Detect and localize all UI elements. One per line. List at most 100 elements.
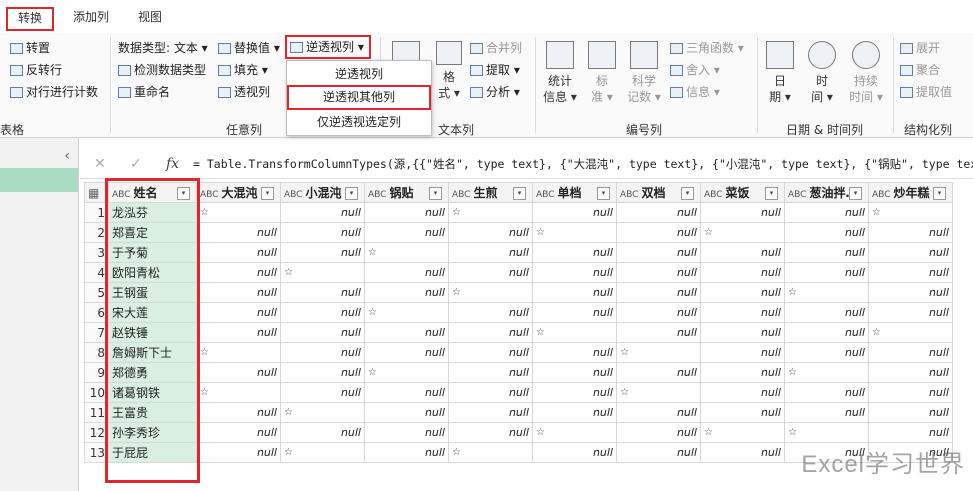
table-row[interactable]: 11 王富贵 null ☆ null null null null null null null: [84, 402, 953, 423]
null-cell[interactable]: null: [532, 402, 617, 423]
null-cell[interactable]: null: [448, 222, 533, 243]
table-row[interactable]: 5 王钢蛋 null null null ☆ null null null ☆ null: [84, 282, 953, 303]
null-cell[interactable]: null: [616, 222, 701, 243]
confirm-icon[interactable]: ✓: [130, 156, 142, 172]
null-cell[interactable]: null: [364, 262, 449, 283]
replace-values-button[interactable]: 替换值 ▾: [218, 39, 280, 56]
filter-dropdown-icon[interactable]: ▾: [429, 186, 442, 200]
null-cell[interactable]: null: [280, 362, 365, 383]
star-cell[interactable]: ☆: [448, 282, 533, 303]
null-cell[interactable]: null: [532, 362, 617, 383]
collapse-chevron-icon[interactable]: ‹: [64, 148, 70, 164]
null-cell[interactable]: null: [868, 282, 953, 303]
null-cell[interactable]: null: [616, 282, 701, 303]
null-cell[interactable]: null: [448, 382, 533, 403]
star-cell[interactable]: ☆: [532, 322, 617, 343]
column-header[interactable]: ABC 锅贴 ▾: [364, 182, 449, 203]
name-cell[interactable]: 詹姆斯下士: [108, 342, 197, 363]
null-cell[interactable]: null: [196, 362, 281, 383]
column-header[interactable]: ABC 炒年糕 ▾: [868, 182, 953, 203]
star-cell[interactable]: ☆: [868, 322, 953, 343]
null-cell[interactable]: null: [196, 322, 281, 343]
null-cell[interactable]: null: [868, 222, 953, 243]
null-cell[interactable]: null: [280, 382, 365, 403]
star-cell[interactable]: ☆: [364, 242, 449, 263]
null-cell[interactable]: null: [280, 322, 365, 343]
null-cell[interactable]: null: [448, 342, 533, 363]
null-cell[interactable]: null: [784, 222, 869, 243]
null-cell[interactable]: null: [700, 362, 785, 383]
type-text-icon[interactable]: ABC: [368, 186, 386, 202]
null-cell[interactable]: null: [616, 442, 701, 463]
star-cell[interactable]: ☆: [532, 422, 617, 443]
null-cell[interactable]: null: [532, 342, 617, 363]
null-cell[interactable]: null: [532, 302, 617, 323]
null-cell[interactable]: null: [196, 422, 281, 443]
name-cell[interactable]: 欧阳青松: [108, 262, 197, 283]
menu-item-unpivot-columns[interactable]: 逆透视列: [287, 63, 431, 85]
cancel-icon[interactable]: ✕: [94, 156, 106, 172]
null-cell[interactable]: null: [616, 242, 701, 263]
statistics-button[interactable]: 统计 信息 ▾: [540, 41, 580, 105]
star-cell[interactable]: ☆: [364, 302, 449, 323]
star-cell[interactable]: ☆: [196, 342, 281, 363]
null-cell[interactable]: null: [364, 442, 449, 463]
column-header[interactable]: ABC 小混沌 ▾: [280, 182, 365, 203]
column-header[interactable]: ABC 姓名 ▾: [108, 182, 197, 203]
type-text-icon[interactable]: ABC: [788, 186, 806, 202]
star-cell[interactable]: ☆: [448, 442, 533, 463]
null-cell[interactable]: null: [448, 262, 533, 283]
table-row[interactable]: 4 欧阳青松 null ☆ null null null null null null null: [84, 262, 953, 283]
null-cell[interactable]: null: [280, 302, 365, 323]
null-cell[interactable]: null: [784, 402, 869, 423]
menu-item-unpivot-selected-columns[interactable]: 仅逆透视选定列: [287, 111, 431, 133]
null-cell[interactable]: null: [448, 362, 533, 383]
extract-values-button[interactable]: 提取值: [900, 83, 952, 100]
null-cell[interactable]: null: [532, 242, 617, 263]
extract-button[interactable]: 提取 ▾: [470, 61, 520, 78]
star-cell[interactable]: ☆: [280, 262, 365, 283]
null-cell[interactable]: null: [364, 342, 449, 363]
null-cell[interactable]: null: [700, 282, 785, 303]
info-button[interactable]: 信息 ▾: [670, 83, 720, 100]
null-cell[interactable]: null: [364, 202, 449, 223]
null-cell[interactable]: null: [784, 322, 869, 343]
null-cell[interactable]: null: [196, 222, 281, 243]
null-cell[interactable]: null: [448, 422, 533, 443]
filter-dropdown-icon[interactable]: ▾: [933, 186, 946, 200]
table-row[interactable]: 2 郑喜定 null null null null ☆ null ☆ null null: [84, 222, 953, 243]
menu-item-unpivot-other-columns[interactable]: 逆透视其他列: [287, 85, 431, 110]
null-cell[interactable]: null: [784, 342, 869, 363]
duration-button[interactable]: 持续 时间 ▾: [846, 41, 886, 105]
star-cell[interactable]: ☆: [280, 442, 365, 463]
table-row[interactable]: 3 于予菊 null null ☆ null null null null null null: [84, 242, 953, 263]
null-cell[interactable]: null: [364, 382, 449, 403]
null-cell[interactable]: null: [448, 302, 533, 323]
null-cell[interactable]: null: [868, 362, 953, 383]
null-cell[interactable]: null: [868, 422, 953, 443]
null-cell[interactable]: null: [364, 402, 449, 423]
null-cell[interactable]: null: [868, 402, 953, 423]
star-cell[interactable]: ☆: [448, 202, 533, 223]
name-cell[interactable]: 于屁屁: [108, 442, 197, 463]
type-text-icon[interactable]: ABC: [284, 186, 302, 202]
type-text-icon[interactable]: ABC: [112, 186, 130, 202]
null-cell[interactable]: null: [364, 322, 449, 343]
tab-add-column[interactable]: 添加列: [73, 6, 109, 28]
null-cell[interactable]: null: [196, 242, 281, 263]
date-button[interactable]: 日期 ▾: [762, 41, 798, 105]
star-cell[interactable]: ☆: [784, 282, 869, 303]
column-header[interactable]: ABC 双档 ▾: [616, 182, 701, 203]
trig-button[interactable]: 三角函数 ▾: [670, 39, 744, 56]
standard-button[interactable]: 标准 ▾: [584, 41, 620, 105]
type-text-icon[interactable]: ABC: [620, 186, 638, 202]
null-cell[interactable]: null: [784, 302, 869, 323]
null-cell[interactable]: null: [532, 262, 617, 283]
null-cell[interactable]: null: [616, 302, 701, 323]
null-cell[interactable]: null: [196, 402, 281, 423]
null-cell[interactable]: null: [700, 442, 785, 463]
table-row[interactable]: 6 宋大莲 null null ☆ null null null null null null: [84, 302, 953, 323]
table-row[interactable]: 12 孙李秀珍 null null null null ☆ null ☆ ☆ null: [84, 422, 953, 443]
star-cell[interactable]: ☆: [868, 202, 953, 223]
type-text-icon[interactable]: ABC: [872, 186, 890, 202]
